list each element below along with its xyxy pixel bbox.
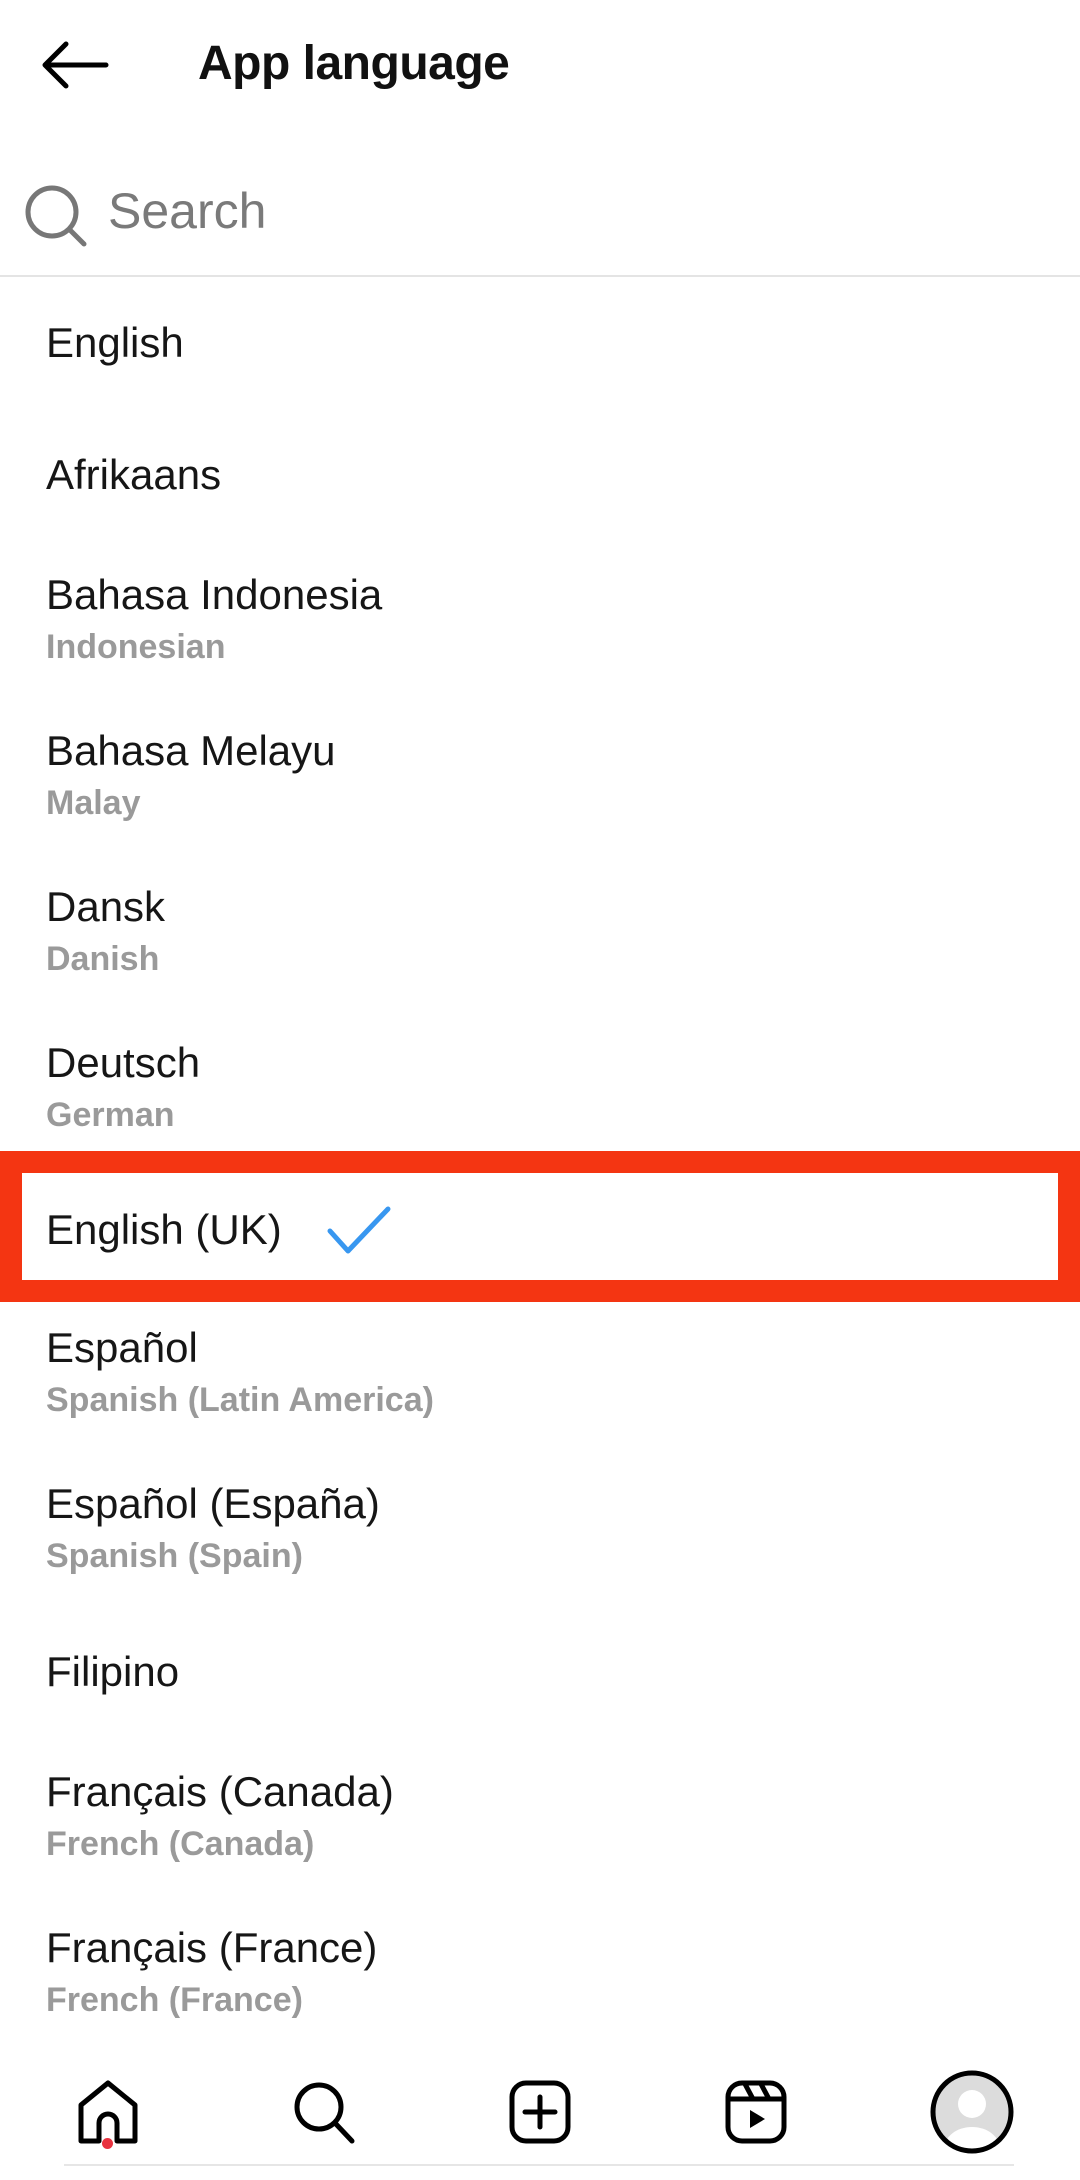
page-title: App language <box>198 37 510 90</box>
language-translation: Danish <box>46 940 160 978</box>
reels-icon <box>725 2080 787 2144</box>
language-name: Deutsch <box>46 1039 201 1086</box>
language-name: Español <box>46 1324 198 1371</box>
language-translation: Malay <box>46 784 141 822</box>
language-item-espanol-espana[interactable]: Español (España) Spanish (Spain) <box>0 1450 1080 1606</box>
search-icon <box>294 2082 355 2144</box>
language-name: Afrikaans <box>46 451 222 498</box>
language-item-bahasa-melayu[interactable]: Bahasa Melayu Malay <box>0 697 1080 853</box>
language-item-english[interactable]: English <box>0 277 1080 409</box>
language-name: Français (Canada) <box>46 1768 394 1815</box>
language-item-espanol[interactable]: Español Spanish (Latin America) <box>0 1294 1080 1450</box>
nav-search[interactable] <box>279 2067 369 2157</box>
language-name: Dansk <box>46 883 166 930</box>
nav-create[interactable] <box>495 2067 585 2157</box>
language-item-francais-canada[interactable]: Français (Canada) French (Canada) <box>0 1738 1080 1894</box>
create-icon <box>509 2080 571 2144</box>
bottom-nav <box>0 2045 1080 2180</box>
language-item-filipino[interactable]: Filipino <box>0 1606 1080 1738</box>
search-input[interactable] <box>108 180 1008 242</box>
back-button[interactable] <box>40 40 110 90</box>
language-item-deutsch[interactable]: Deutsch German <box>0 1009 1080 1165</box>
arrow-left-icon <box>42 41 109 89</box>
language-name: Filipino <box>46 1648 180 1695</box>
language-name-wrap: English (UK) <box>46 1204 1080 1256</box>
language-name: English <box>46 319 184 366</box>
nav-profile[interactable] <box>927 2067 1017 2157</box>
language-name: Français (France) <box>46 1924 378 1971</box>
nav-reels[interactable] <box>711 2067 801 2157</box>
gesture-bar-divider <box>64 2164 1014 2166</box>
language-translation: German <box>46 1096 175 1134</box>
language-item-dansk[interactable]: Dansk Danish <box>0 853 1080 1009</box>
language-list: English Afrikaans Bahasa Indonesia Indone… <box>0 277 1080 2050</box>
checkmark-icon <box>327 1206 391 1253</box>
notification-dot <box>102 2138 113 2149</box>
home-icon <box>78 2080 138 2144</box>
search-icon <box>25 185 87 247</box>
language-item-bahasa-indonesia[interactable]: Bahasa Indonesia Indonesian <box>0 541 1080 697</box>
language-name: Español (España) <box>46 1480 380 1527</box>
language-translation: French (France) <box>46 1981 303 2019</box>
language-name: Bahasa Melayu <box>46 727 336 774</box>
language-translation: French (Canada) <box>46 1825 315 1863</box>
profile-avatar <box>930 2070 1014 2154</box>
language-item-english-uk[interactable]: English (UK) <box>0 1165 1080 1294</box>
header: App language <box>0 0 1080 130</box>
language-item-afrikaans[interactable]: Afrikaans <box>0 409 1080 541</box>
language-name: English (UK) <box>46 1205 282 1253</box>
search-bar[interactable] <box>0 160 1080 277</box>
language-name: Bahasa Indonesia <box>46 571 383 618</box>
language-translation: Spanish (Latin America) <box>46 1381 434 1419</box>
language-translation: Spanish (Spain) <box>46 1537 303 1575</box>
language-item-francais-france[interactable]: Français (France) French (France) <box>0 1894 1080 2050</box>
language-translation: Indonesian <box>46 628 226 666</box>
